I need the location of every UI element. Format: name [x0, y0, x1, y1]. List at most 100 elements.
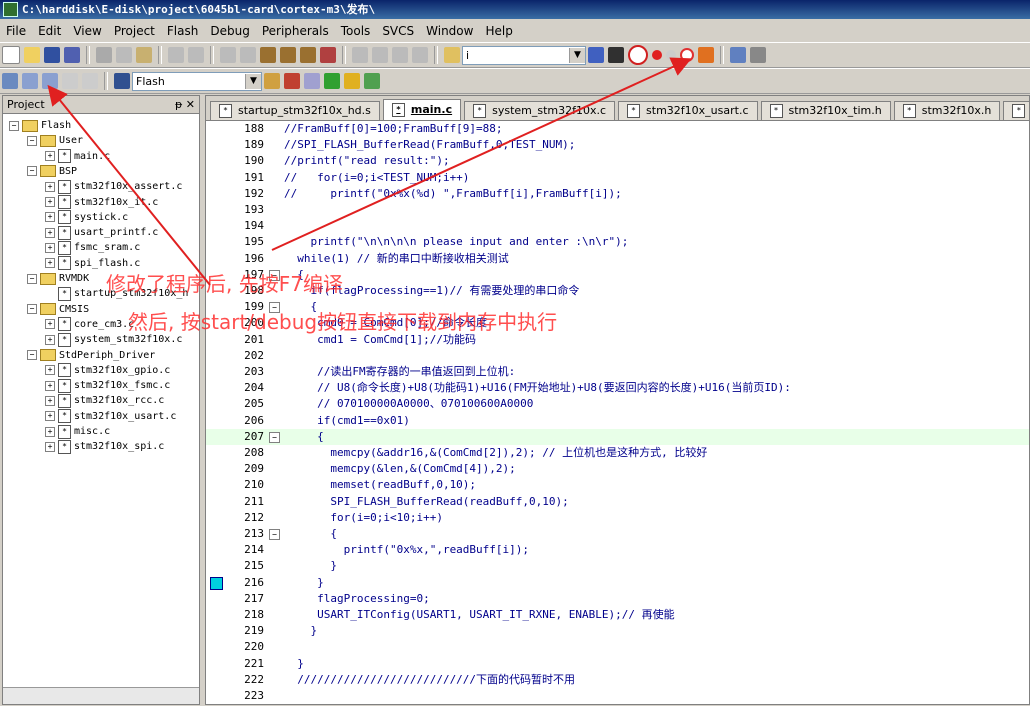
tab-stm32f10x-h[interactable]: * stm32f10x.h	[893, 101, 1001, 120]
code-line[interactable]: 193	[206, 202, 1029, 218]
menu-flash[interactable]: Flash	[161, 21, 204, 41]
tree-item[interactable]: − Flash	[9, 118, 71, 133]
tree-item[interactable]: + * stm32f10x_assert.c	[45, 179, 182, 194]
horizontal-scrollbar[interactable]	[3, 687, 199, 704]
pack-installer-icon[interactable]	[344, 73, 360, 89]
code-line[interactable]: 205 // 070100000A0000、070100600A0000	[206, 396, 1029, 412]
new-file-icon[interactable]	[2, 46, 20, 64]
bookmark-marker-icon[interactable]	[210, 576, 223, 590]
code-line[interactable]: 194	[206, 218, 1029, 234]
expand-icon[interactable]: +	[45, 380, 55, 391]
clear-bookmarks-icon[interactable]	[320, 47, 336, 63]
rebuild-icon[interactable]	[42, 73, 58, 89]
tree-item[interactable]: + * usart_printf.c	[45, 225, 158, 240]
target-options-icon[interactable]	[264, 73, 280, 89]
tree-item[interactable]: + * systick.c	[45, 210, 128, 225]
expand-icon[interactable]: +	[45, 227, 55, 238]
expand-icon[interactable]: +	[45, 242, 55, 253]
cut-icon[interactable]	[96, 47, 112, 63]
copy-icon[interactable]	[116, 47, 132, 63]
chevron-down-icon[interactable]: ▼	[569, 47, 585, 63]
code-line[interactable]: 220	[206, 639, 1029, 655]
nav-forward-icon[interactable]	[240, 47, 256, 63]
tab-stm32f10x-usart-c[interactable]: * stm32f10x_usart.c	[618, 101, 758, 120]
tree-item[interactable]: + * core_cm3.c	[45, 317, 134, 332]
clear-breakpoints-icon[interactable]	[680, 48, 694, 62]
tree-item[interactable]: + * main.c	[45, 149, 110, 164]
incremental-find-icon[interactable]	[608, 47, 624, 63]
prev-bookmark-icon[interactable]	[280, 47, 296, 63]
code-line[interactable]: 188 //FramBuff[0]=100;FramBuff[9]=88;	[206, 121, 1029, 137]
code-line[interactable]: 217 flagProcessing=0;	[206, 591, 1029, 607]
code-line[interactable]: 213− {	[206, 526, 1029, 542]
menu-svcs[interactable]: SVCS	[376, 21, 420, 41]
chevron-down-icon[interactable]: ▼	[245, 73, 261, 89]
expand-icon[interactable]: +	[45, 334, 55, 345]
select-packs-icon[interactable]	[324, 73, 340, 89]
fold-icon[interactable]: −	[269, 529, 280, 540]
tree-item[interactable]: + * stm32f10x_spi.c	[45, 439, 164, 454]
find-icon[interactable]	[588, 47, 604, 63]
code-line[interactable]: 202	[206, 348, 1029, 364]
open-folder-icon[interactable]	[24, 47, 40, 63]
undo-icon[interactable]	[168, 47, 184, 63]
batch-build-icon[interactable]	[62, 73, 78, 89]
menu-edit[interactable]: Edit	[32, 21, 67, 41]
tab-startup-stm32f10x-hd-s[interactable]: * startup_stm32f10x_hd.s	[210, 101, 380, 120]
target-select[interactable]: Flash ▼	[132, 71, 262, 91]
collapse-icon[interactable]: −	[27, 166, 37, 177]
translate-icon[interactable]	[2, 73, 18, 89]
expand-icon[interactable]: +	[45, 212, 55, 223]
tree-item[interactable]: − StdPeriph_Driver	[27, 348, 155, 363]
tree-item[interactable]: + * stm32f10x_fsmc.c	[45, 378, 170, 393]
collapse-icon[interactable]: −	[27, 135, 37, 146]
save-icon[interactable]	[44, 47, 60, 63]
find-in-files-icon[interactable]	[444, 47, 460, 63]
code-line[interactable]: 212 for(i=0;i<10;i++)	[206, 510, 1029, 526]
menu-peripherals[interactable]: Peripherals	[256, 21, 335, 41]
code-line[interactable]: 218 USART_ITConfig(USART1, USART_IT_RXNE…	[206, 607, 1029, 623]
code-line[interactable]: 221 }	[206, 656, 1029, 672]
tab-misc-c[interactable]: *misc.c	[1003, 101, 1029, 120]
code-line[interactable]: 207− {	[206, 428, 1029, 445]
code-line[interactable]: 204 // U8(命令长度)+U8(功能码1)+U16(FM开始地址)+U8(…	[206, 380, 1029, 396]
file-extensions-icon[interactable]	[284, 73, 300, 89]
tree-item[interactable]: + * fsmc_sram.c	[45, 240, 140, 255]
tree-item[interactable]: − CMSIS	[27, 302, 89, 317]
expand-icon[interactable]: +	[45, 258, 55, 269]
next-bookmark-icon[interactable]	[300, 47, 316, 63]
tree-item[interactable]: + * stm32f10x_it.c	[45, 195, 158, 210]
code-line[interactable]: 192 // printf("0x%x(%d) ",FramBuff[i],Fra…	[206, 186, 1029, 202]
uncomment-icon[interactable]	[412, 47, 428, 63]
tree-item[interactable]: + * stm32f10x_rcc.c	[45, 393, 164, 408]
collapse-icon[interactable]: −	[27, 304, 37, 315]
tree-item[interactable]: − RVMDK	[27, 271, 89, 286]
code-line[interactable]: 219 }	[206, 623, 1029, 639]
menu-view[interactable]: View	[67, 21, 107, 41]
tree-item[interactable]: − BSP	[27, 164, 77, 179]
code-line[interactable]: 191 // for(i=0;i<TEST_NUM;i++)	[206, 170, 1029, 186]
code-line[interactable]: 216 }	[206, 575, 1029, 591]
tab-main-c[interactable]: * main.c	[382, 99, 462, 120]
close-icon[interactable]: ᵽ ✕	[175, 98, 195, 111]
expand-icon[interactable]: +	[45, 365, 55, 376]
code-line[interactable]: 209 memcpy(&len,&(ComCmd[4]),2);	[206, 461, 1029, 477]
code-line[interactable]: 210 memset(readBuff,0,10);	[206, 477, 1029, 493]
expand-icon[interactable]: +	[45, 441, 55, 452]
code-line[interactable]: 195 printf("\n\n\n\n please input and en…	[206, 234, 1029, 250]
code-line[interactable]: 203 //读出FM寄存器的一串值返回到上位机:	[206, 364, 1029, 380]
expand-icon[interactable]: +	[45, 197, 55, 207]
expand-icon[interactable]: +	[45, 319, 55, 330]
rte-icon[interactable]	[364, 73, 380, 89]
menu-tools[interactable]: Tools	[335, 21, 377, 41]
code-line[interactable]: 224 while(1) {	[206, 704, 1029, 705]
expand-icon[interactable]: +	[45, 151, 55, 162]
expand-icon[interactable]: +	[45, 426, 55, 437]
menu-file[interactable]: File	[0, 21, 32, 41]
menu-help[interactable]: Help	[479, 21, 518, 41]
manage-components-icon[interactable]	[304, 73, 320, 89]
fold-icon[interactable]: −	[269, 431, 280, 443]
tab-system-stm32f10x-c[interactable]: * system_stm32f10x.c	[464, 101, 616, 120]
menu-debug[interactable]: Debug	[204, 21, 255, 41]
kill-breakpoints-icon[interactable]	[698, 47, 714, 63]
